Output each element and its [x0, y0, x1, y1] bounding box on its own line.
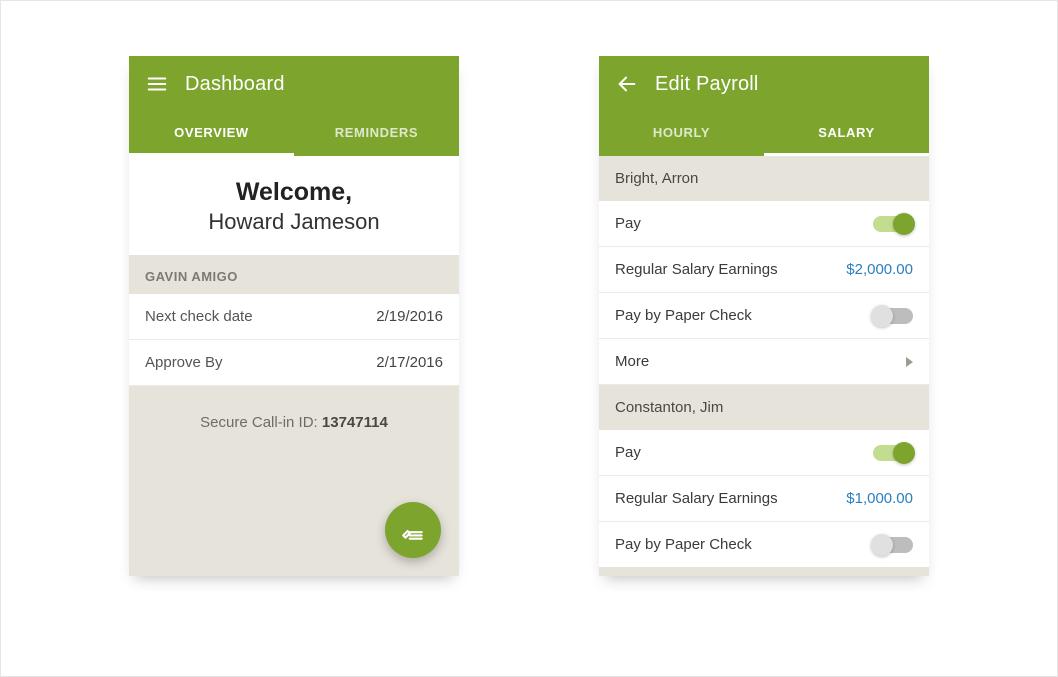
row-pay-by-paper-check: Pay by Paper Check — [599, 522, 929, 567]
fab-sign-button[interactable] — [385, 502, 441, 558]
toggle-paper-check[interactable] — [873, 537, 913, 553]
row-label: Pay by Paper Check — [615, 536, 752, 553]
callin-prefix: Secure Call-in ID: — [200, 414, 322, 431]
tab-hourly[interactable]: HOURLY — [599, 112, 764, 156]
tab-reminders[interactable]: REMINDERS — [294, 112, 459, 156]
row-label: Next check date — [145, 308, 253, 325]
welcome-card: Welcome, Howard Jameson — [129, 156, 459, 255]
row-pay: Pay — [599, 201, 929, 247]
row-label: Approve By — [145, 354, 223, 371]
signature-icon — [400, 517, 426, 543]
row-label: More — [615, 353, 649, 370]
tab-overview[interactable]: OVERVIEW — [129, 112, 294, 156]
welcome-heading: Welcome, — [129, 178, 459, 207]
appbar: Edit Payroll — [599, 56, 929, 112]
row-label: Pay by Paper Check — [615, 307, 752, 324]
employee-header: Constanton, Jim — [599, 385, 929, 430]
secure-callin-id: Secure Call-in ID: 13747114 — [129, 386, 459, 459]
back-icon[interactable] — [615, 72, 639, 96]
row-label: Regular Salary Earnings — [615, 490, 778, 507]
row-value: 2/17/2016 — [376, 354, 443, 371]
page-title: Edit Payroll — [655, 73, 759, 96]
toggle-paper-check[interactable] — [873, 308, 913, 324]
row-regular-salary-earnings[interactable]: Regular Salary Earnings $1,000.00 — [599, 476, 929, 522]
row-pay: Pay — [599, 430, 929, 476]
page-title: Dashboard — [185, 73, 285, 96]
menu-icon[interactable] — [145, 72, 169, 96]
row-pay-by-paper-check: Pay by Paper Check — [599, 293, 929, 339]
row-label: Pay — [615, 444, 641, 461]
chevron-right-icon — [906, 357, 913, 367]
row-more[interactable]: More — [599, 339, 929, 385]
tab-salary[interactable]: SALARY — [764, 112, 929, 156]
tabs: HOURLY SALARY — [599, 112, 929, 156]
employee-header: Bright, Arron — [599, 156, 929, 201]
toggle-pay[interactable] — [873, 216, 913, 232]
row-regular-salary-earnings[interactable]: Regular Salary Earnings $2,000.00 — [599, 247, 929, 293]
row-next-check-date: Next check date 2/19/2016 — [129, 294, 459, 340]
phone-dashboard: Dashboard OVERVIEW REMINDERS Welcome, Ho… — [129, 56, 459, 576]
tabs: OVERVIEW REMINDERS — [129, 112, 459, 156]
salary-amount: $2,000.00 — [846, 261, 913, 278]
welcome-name: Howard Jameson — [129, 209, 459, 235]
row-label: Pay — [615, 215, 641, 232]
canvas: Dashboard OVERVIEW REMINDERS Welcome, Ho… — [0, 0, 1058, 677]
row-label: Regular Salary Earnings — [615, 261, 778, 278]
employee-section-label: GAVIN AMIGO — [129, 255, 459, 294]
toggle-pay[interactable] — [873, 445, 913, 461]
callin-value: 13747114 — [322, 414, 388, 431]
row-approve-by: Approve By 2/17/2016 — [129, 340, 459, 386]
appbar: Dashboard — [129, 56, 459, 112]
row-value: 2/19/2016 — [376, 308, 443, 325]
phone-edit-payroll: Edit Payroll HOURLY SALARY Bright, Arron… — [599, 56, 929, 576]
salary-amount: $1,000.00 — [846, 490, 913, 507]
